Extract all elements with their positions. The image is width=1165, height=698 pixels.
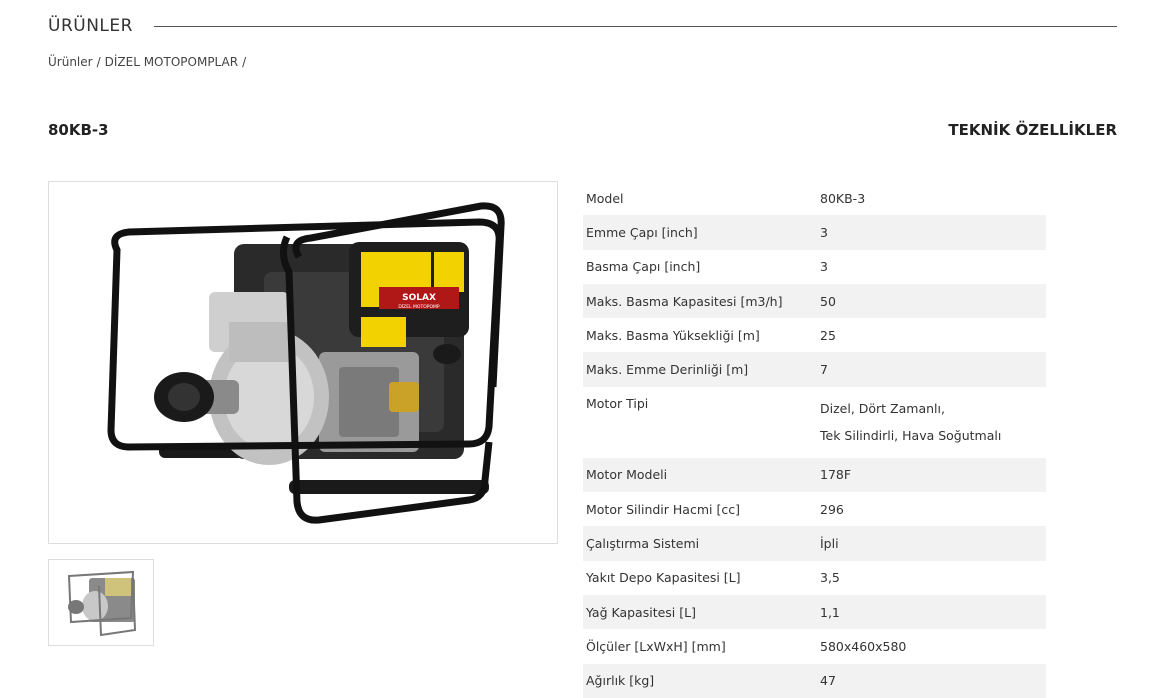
spec-row-displacement: Motor Silindir Hacmi [cc] 296 [583, 492, 1046, 526]
section-header: ÜRÜNLER [48, 14, 1117, 40]
spec-value: 7 [817, 352, 1046, 387]
breadcrumb-link-diesel-pumps[interactable]: DİZEL MOTOPOMPLAR [105, 55, 238, 69]
spec-row-model: Model 80KB-3 [583, 181, 1046, 215]
product-main-image[interactable]: SOLAX DİZEL MOTOPOMP [48, 181, 558, 544]
spec-value: 50 [817, 283, 1046, 319]
spec-value: İpli [817, 526, 1046, 561]
spec-key: Maks. Emme Derinliği [m] [583, 352, 817, 387]
specs-title: TEKNİK ÖZELLİKLER [948, 121, 1117, 139]
spec-key: Motor Silindir Hacmi [cc] [586, 501, 740, 517]
spec-key: Ağırlık [kg] [583, 663, 817, 698]
spec-value: 3 [817, 215, 1046, 250]
spec-value: Dizel, Dört Zamanlı, Tek Silindirli, Hava… [817, 387, 1046, 458]
spec-row-oil-capacity: Yağ Kapasitesi [L] 1,1 [583, 594, 1046, 630]
spec-row-max-capacity: Maks. Basma Kapasitesi [m3/h] 50 [583, 283, 1046, 319]
spec-value-line: Tek Silindirli, Hava Soğutmalı [820, 428, 1002, 444]
spec-value: 3 [820, 259, 828, 275]
section-title: ÜRÜNLER [48, 16, 133, 36]
diesel-pump-illustration: SOLAX DİZEL MOTOPOMP [107, 202, 505, 524]
spec-value: 580x460x580 [820, 638, 907, 654]
breadcrumb: Ürünler / DİZEL MOTOPOMPLAR / [48, 55, 250, 69]
spec-key: Model [586, 190, 624, 206]
section-divider [154, 26, 1117, 27]
spec-row-max-suction-depth: Maks. Emme Derinliği [m] 7 [583, 352, 1046, 387]
spec-key: Motor Tipi [586, 395, 649, 411]
spec-key: Maks. Basma Yüksekliği [m] [586, 327, 760, 343]
spec-key: Basma Çapı [inch] [586, 259, 701, 275]
spec-key: Çalıştırma Sistemi [583, 526, 817, 561]
spec-value: 47 [817, 663, 1046, 698]
spec-key: Maks. Basma Kapasitesi [m3/h] [583, 283, 817, 319]
spec-key: Ölçüler [LxWxH] [mm] [586, 638, 726, 654]
product-thumbnail[interactable] [48, 559, 154, 646]
spec-key: Motor Modeli [583, 457, 817, 493]
spec-value: 25 [820, 327, 836, 343]
breadcrumb-separator: / [242, 55, 247, 69]
spec-row-weight: Ağırlık [kg] 47 [583, 663, 1046, 698]
spec-value: 80KB-3 [820, 190, 866, 206]
spec-value: 3,5 [820, 570, 840, 586]
spec-row-fuel-capacity: Yakıt Depo Kapasitesi [L] 3,5 [583, 561, 1046, 595]
spec-key: Yağ Kapasitesi [L] [583, 594, 817, 630]
pump-thumbnail-image [67, 570, 137, 637]
pump-brand-subtitle: DİZEL MOTOPOMP [398, 303, 440, 310]
spec-row-dimensions: Ölçüler [LxWxH] [mm] 580x460x580 [583, 629, 1046, 663]
spec-row-engine-type: Motor Tipi Dizel, Dört Zamanlı, Tek Silind… [583, 387, 1046, 458]
breadcrumb-separator: / [96, 55, 101, 69]
spec-row-discharge-diameter: Basma Çapı [inch] 3 [583, 250, 1046, 284]
spec-row-start-system: Çalıştırma Sistemi İpli [583, 526, 1046, 561]
spec-value-line: Dizel, Dört Zamanlı, [820, 401, 945, 417]
spec-value: 178F [817, 457, 1046, 493]
spec-row-engine-model: Motor Modeli 178F [583, 457, 1046, 493]
spec-row-suction-diameter: Emme Çapı [inch] 3 [583, 215, 1046, 250]
spec-key: Emme Çapı [inch] [583, 215, 817, 250]
pump-brand-logo: SOLAX [402, 293, 436, 303]
specs-table: Model 80KB-3 Emme Çapı [inch] 3 Basma Çapı… [583, 181, 1046, 698]
spec-key: Yakıt Depo Kapasitesi [L] [586, 570, 741, 586]
breadcrumb-link-products[interactable]: Ürünler [48, 55, 93, 69]
spec-value: 1,1 [817, 594, 1046, 630]
spec-value: 296 [820, 501, 844, 517]
spec-row-max-head: Maks. Basma Yüksekliği [m] 25 [583, 318, 1046, 352]
product-title: 80KB-3 [48, 121, 109, 139]
